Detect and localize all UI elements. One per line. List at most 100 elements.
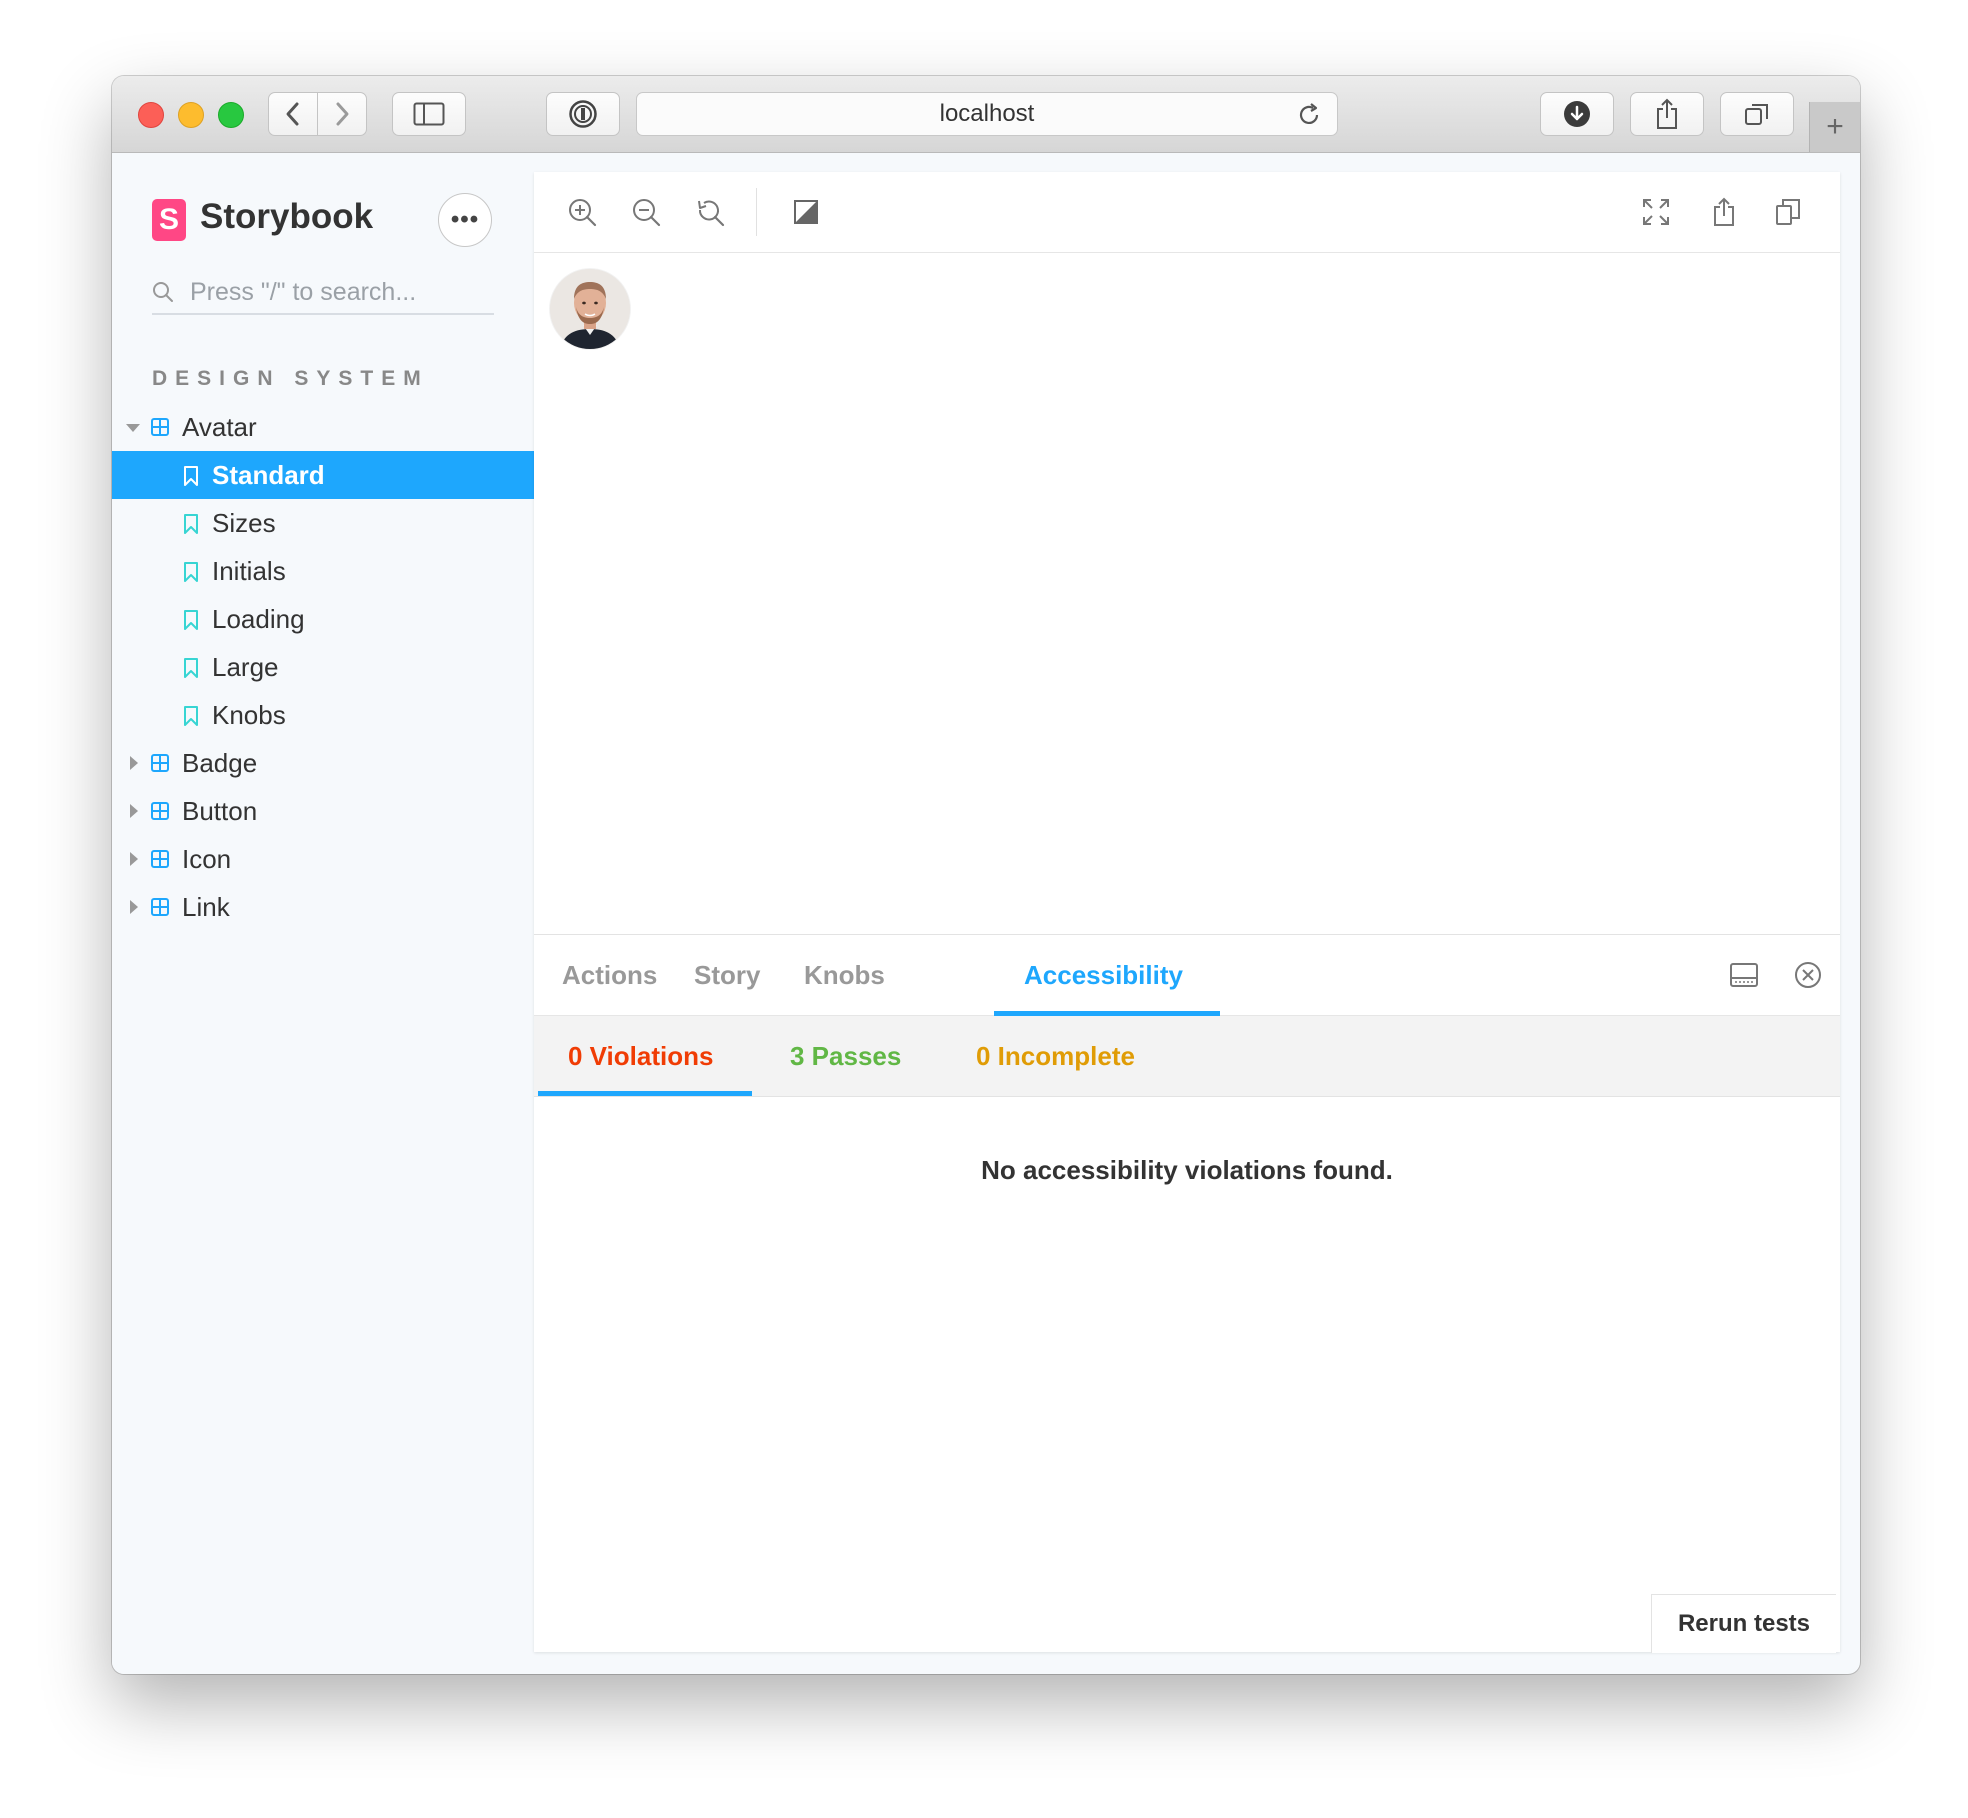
component-icon (151, 802, 169, 820)
component-icon-item[interactable]: Icon (112, 835, 534, 883)
story-preview (534, 253, 1840, 858)
tab-accessibility[interactable]: Accessibility (1024, 935, 1183, 1015)
logo-letter: S (158, 203, 179, 236)
tab-knobs[interactable]: Knobs (804, 935, 885, 1015)
person-photo (550, 269, 630, 349)
component-icon (151, 898, 169, 916)
share-icon (1714, 197, 1734, 226)
story-sizes[interactable]: Sizes (112, 499, 534, 547)
collapsed-caret-icon (130, 852, 138, 866)
bookmark-icon (184, 514, 198, 534)
url-text: localhost (939, 100, 1035, 127)
reset-zoom-button[interactable] (694, 196, 726, 228)
minimize-window-button[interactable] (178, 102, 204, 128)
tree-label: Sizes (212, 507, 276, 538)
browser-window: localhost + S Storybook ••• DESIGN SYSTE… (112, 76, 1860, 1674)
close-circle-icon (1795, 962, 1821, 988)
new-tab-button[interactable]: + (1809, 102, 1860, 152)
active-subtab-indicator (538, 1091, 752, 1096)
bookmark-icon (184, 658, 198, 678)
component-avatar[interactable]: Avatar (112, 403, 534, 451)
story-initials[interactable]: Initials (112, 547, 534, 595)
tree-label: Icon (182, 843, 232, 874)
story-tree: Avatar Standard Sizes Initials Loading L… (112, 403, 534, 931)
copy-icon (1776, 199, 1800, 225)
zoom-window-button[interactable] (218, 102, 244, 128)
contrast-icon (794, 200, 818, 224)
plus-icon: + (1826, 110, 1844, 143)
search-icon (153, 282, 173, 302)
tabs-icon (1745, 104, 1768, 125)
bookmark-icon (184, 466, 198, 486)
section-title: DESIGN SYSTEM (152, 367, 429, 390)
preview-toolbar (534, 172, 1840, 253)
component-icon (151, 418, 169, 436)
close-panel-button[interactable] (1792, 959, 1824, 991)
passes-tab[interactable]: 3 Passes (790, 1016, 901, 1096)
brand-name[interactable]: Storybook (200, 197, 373, 237)
panel-layout-icon (1730, 963, 1758, 987)
component-icon (151, 754, 169, 772)
violations-tab[interactable]: 0 Violations (568, 1016, 713, 1096)
main-panel: Actions Story Knobs Accessibility 0 Viol… (534, 172, 1840, 1653)
close-window-button[interactable] (138, 102, 164, 128)
downloads-button[interactable] (1540, 92, 1614, 136)
sidebar-icon (413, 102, 445, 126)
story-standard[interactable]: Standard (112, 451, 534, 499)
address-bar[interactable]: localhost (636, 92, 1338, 136)
tree-label: Loading (212, 603, 305, 634)
share-button[interactable] (1630, 92, 1704, 136)
tree-label: Knobs (212, 699, 286, 730)
sidebar-toggle-button[interactable] (392, 92, 466, 136)
a11y-result-tabs: 0 Violations 3 Passes 0 Incomplete (534, 1016, 1840, 1097)
component-link[interactable]: Link (112, 883, 534, 931)
storybook-logo[interactable]: S (152, 199, 186, 241)
share-icon (1657, 98, 1677, 129)
zoom-in-icon (569, 199, 597, 227)
fullscreen-button[interactable] (1640, 196, 1672, 228)
component-badge[interactable]: Badge (112, 739, 534, 787)
zoom-in-button[interactable] (566, 196, 598, 228)
tree-label: Badge (182, 747, 258, 778)
zoom-out-icon (633, 199, 661, 227)
search-input[interactable] (188, 276, 492, 308)
ellipsis-icon: ••• (450, 206, 480, 233)
tree-label: Standard (212, 459, 325, 490)
reset-zoom-icon (698, 200, 725, 227)
open-new-tab-button[interactable] (1708, 196, 1740, 228)
rerun-tests-button[interactable]: Rerun tests (1651, 1594, 1836, 1653)
collapsed-caret-icon (130, 756, 138, 770)
password-manager-icon (569, 100, 597, 128)
collapsed-caret-icon (130, 804, 138, 818)
browser-toolbar: localhost + (112, 76, 1860, 153)
incomplete-tab[interactable]: 0 Incomplete (976, 1016, 1135, 1096)
tabs-overview-button[interactable] (1720, 92, 1794, 136)
tree-label: Link (182, 891, 230, 922)
background-toggle-button[interactable] (790, 196, 822, 228)
tree-label: Avatar (182, 411, 257, 442)
search-box (152, 271, 494, 315)
reload-icon[interactable] (1295, 101, 1323, 129)
expanded-caret-icon (126, 424, 140, 432)
tree-label: Button (182, 795, 258, 826)
tab-actions[interactable]: Actions (562, 935, 657, 1015)
story-loading[interactable]: Loading (112, 595, 534, 643)
toolbar-divider (756, 188, 757, 236)
back-button[interactable] (268, 92, 318, 136)
password-manager-button[interactable] (546, 92, 620, 136)
toggle-panel-position-button[interactable] (1728, 959, 1760, 991)
component-button[interactable]: Button (112, 787, 534, 835)
expand-icon (1643, 199, 1669, 225)
more-options-button[interactable]: ••• (438, 193, 492, 247)
tree-label: Initials (212, 555, 286, 586)
tab-story[interactable]: Story (694, 935, 760, 1015)
tree-label: Large (212, 651, 279, 682)
avatar (550, 269, 630, 349)
copy-link-button[interactable] (1772, 196, 1804, 228)
bookmark-icon (184, 610, 198, 630)
story-knobs[interactable]: Knobs (112, 691, 534, 739)
story-large[interactable]: Large (112, 643, 534, 691)
zoom-out-button[interactable] (630, 196, 662, 228)
component-icon (151, 850, 169, 868)
forward-button[interactable] (317, 92, 367, 136)
